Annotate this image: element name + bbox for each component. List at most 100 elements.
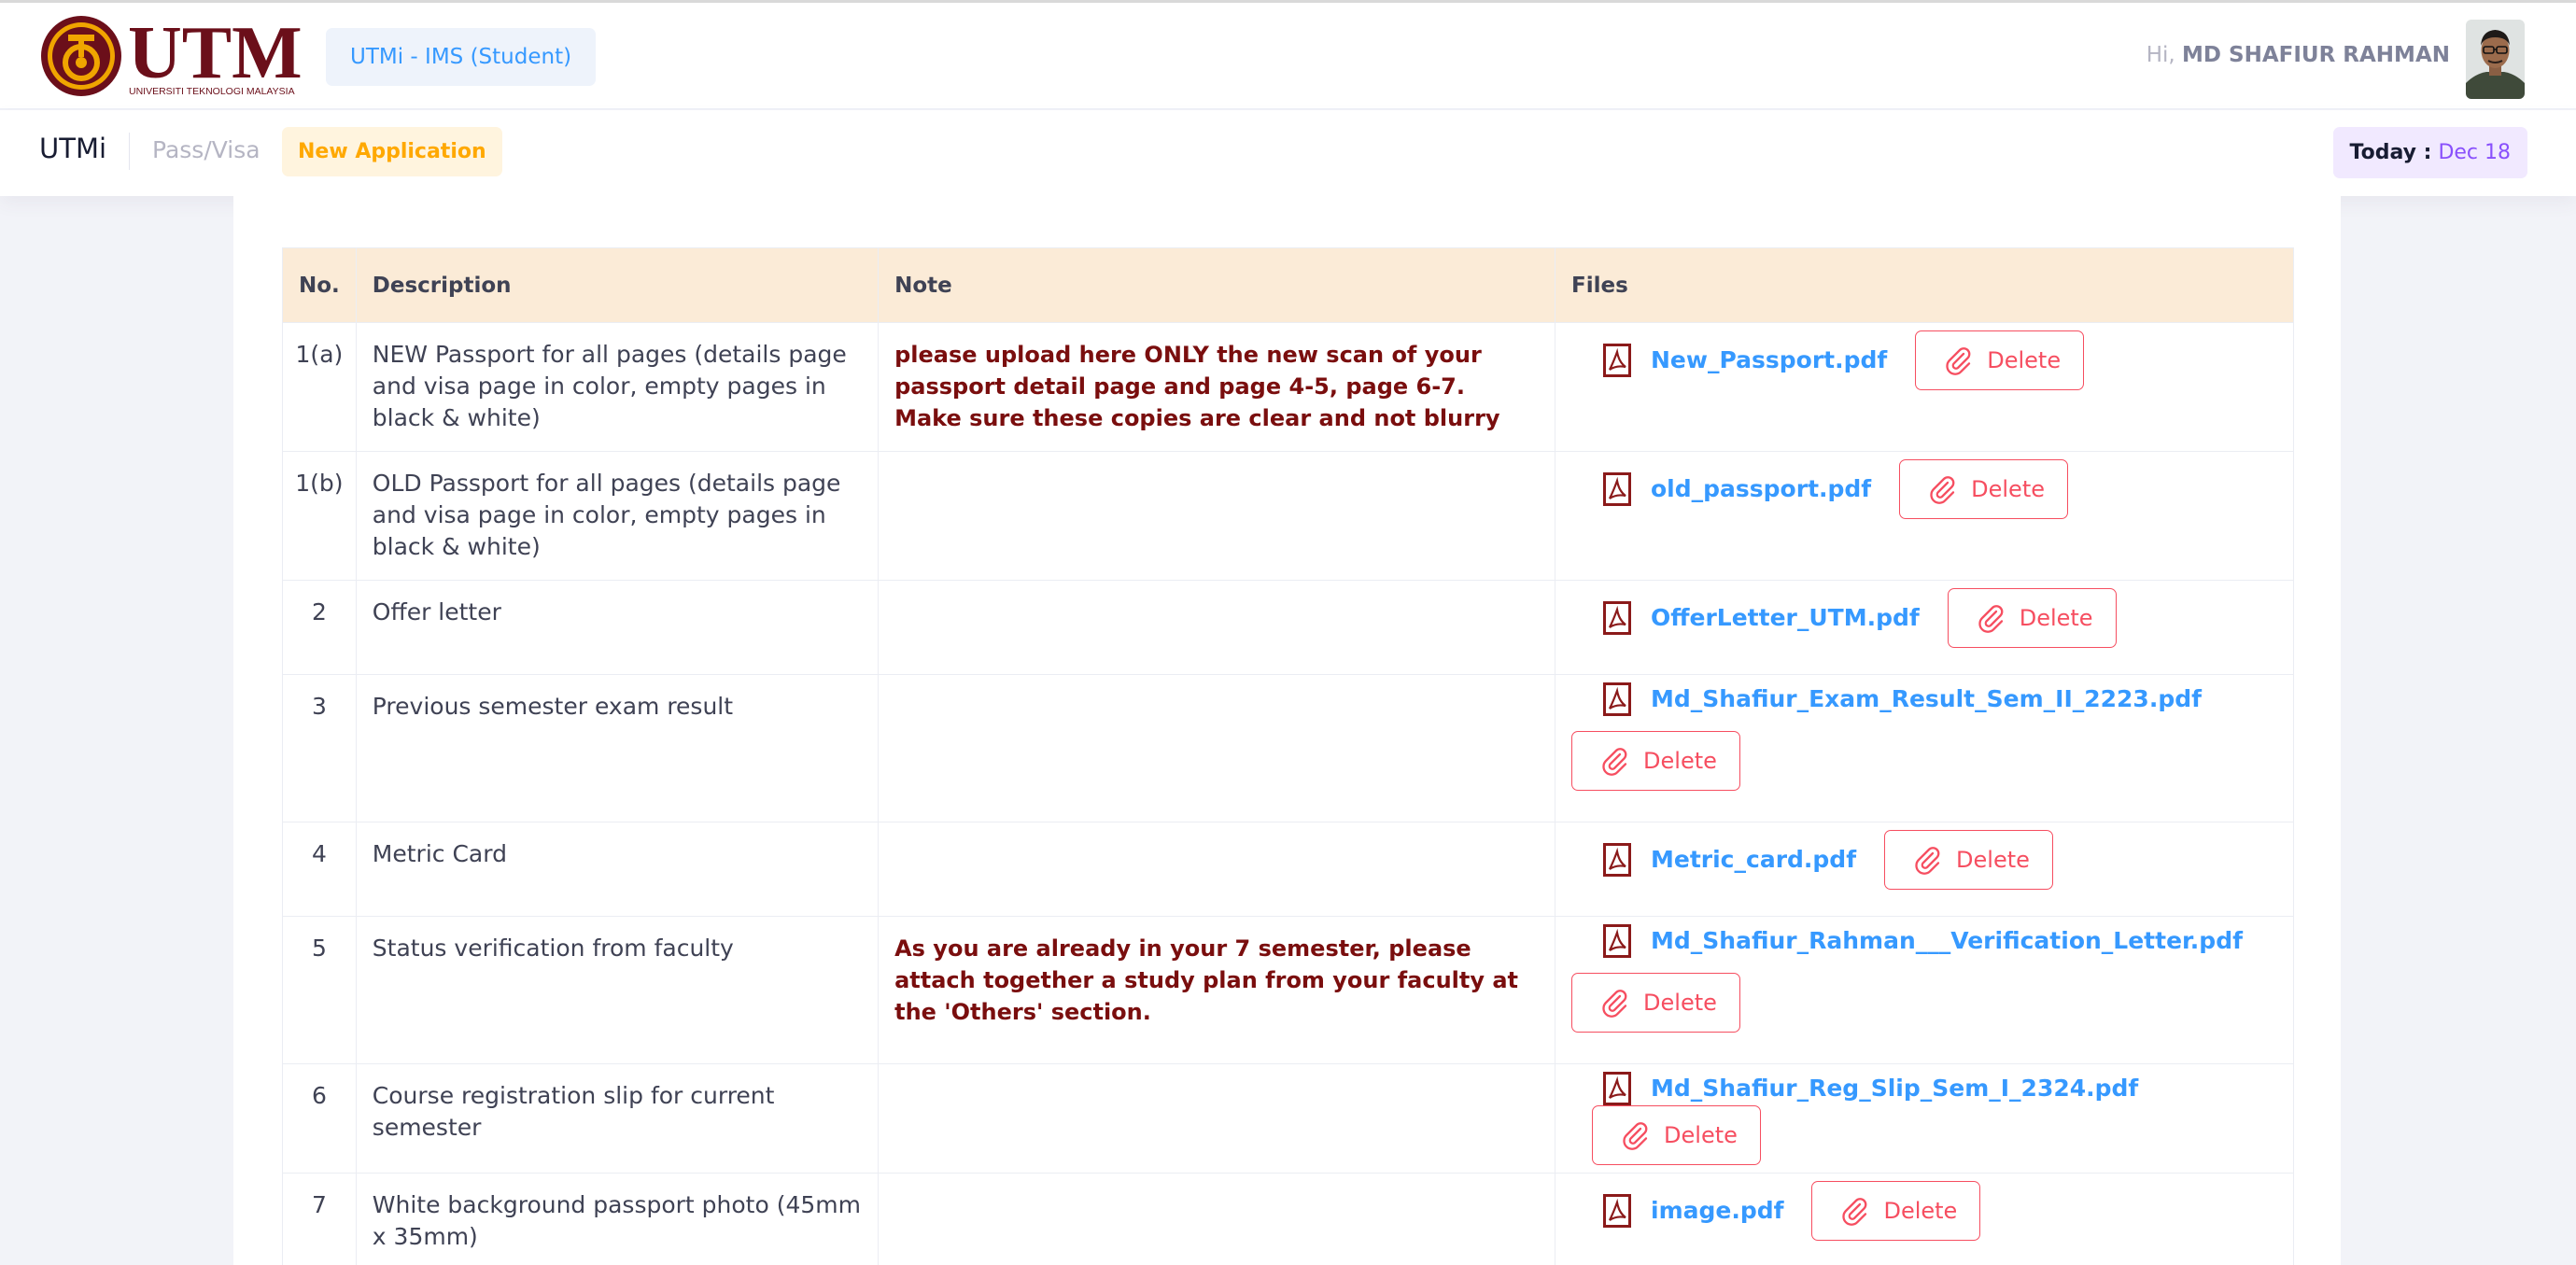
svg-text:UTM: UTM: [128, 14, 301, 94]
pdf-file-icon: [1603, 682, 1632, 716]
file-link[interactable]: Md_Shafiur_Exam_Result_Sem_II_2223.pdf: [1603, 682, 2277, 716]
today-value: Dec 18: [2438, 141, 2511, 164]
paperclip-icon: [1602, 990, 1627, 1018]
paperclip-icon: [1842, 1198, 1867, 1226]
brand-title[interactable]: UTMi: [39, 133, 106, 164]
delete-label: Delete: [1664, 1122, 1738, 1148]
file-name: OfferLetter_UTM.pdf: [1651, 604, 1920, 631]
file-link[interactable]: OfferLetter_UTM.pdf: [1603, 601, 1920, 635]
column-header-description: Description: [355, 247, 880, 323]
row-number: 6: [282, 1063, 357, 1174]
pdf-file-icon: [1603, 344, 1632, 377]
file-link[interactable]: old_passport.pdf: [1603, 472, 1871, 506]
table-row: 3 Previous semester exam result Md_Shafi…: [282, 674, 2294, 822]
row-note: please upload here ONLY the new scan of …: [878, 322, 1556, 452]
pdf-file-icon: [1603, 601, 1632, 635]
today-label: Today :: [2349, 141, 2432, 164]
column-header-note: Note: [878, 247, 1556, 323]
file-link[interactable]: Md_Shafiur_Rahman___Verification_Letter.…: [1603, 924, 2277, 958]
row-number: 5: [282, 916, 357, 1064]
user-name: MD SHAFIUR RAHMAN: [2182, 43, 2450, 67]
table-row: 6 Course registration slip for current s…: [282, 1063, 2294, 1174]
documents-card: No. Description Note Files 1(a) NEW Pass…: [233, 196, 2341, 1265]
delete-label: Delete: [1971, 476, 2045, 502]
row-files: old_passport.pdf Delete: [1555, 451, 2294, 581]
row-description: NEW Passport for all pages (details page…: [355, 322, 880, 452]
file-name: Metric_card.pdf: [1651, 846, 1857, 873]
delete-button[interactable]: Delete: [1884, 830, 2053, 890]
file-link[interactable]: Metric_card.pdf: [1603, 843, 1856, 877]
paperclip-icon: [1602, 748, 1627, 776]
row-description: Status verification from faculty: [355, 916, 880, 1064]
file-link[interactable]: New_Passport.pdf: [1603, 344, 1887, 377]
row-number: 3: [282, 674, 357, 822]
row-description: OLD Passport for all pages (details page…: [355, 451, 880, 581]
file-name: Md_Shafiur_Reg_Slip_Sem_I_2324.pdf: [1651, 1075, 2139, 1102]
file-link[interactable]: image.pdf: [1603, 1194, 1784, 1228]
app-name-badge[interactable]: UTMi - IMS (Student): [326, 28, 597, 86]
avatar[interactable]: [2466, 20, 2525, 99]
paperclip-icon: [1915, 847, 1940, 875]
row-files: Md_Shafiur_Exam_Result_Sem_II_2223.pdf D…: [1555, 674, 2294, 822]
subheader: UTMi Pass/Visa New Application Today : D…: [0, 110, 2576, 196]
documents-table: No. Description Note Files 1(a) NEW Pass…: [282, 247, 2294, 1265]
row-description: Metric Card: [355, 822, 880, 917]
breadcrumb-pass-visa[interactable]: Pass/Visa: [152, 136, 260, 163]
paperclip-icon: [1623, 1122, 1648, 1150]
column-header-no: No.: [282, 247, 357, 323]
table-row: 1(b) OLD Passport for all pages (details…: [282, 451, 2294, 581]
row-description: Course registration slip for current sem…: [355, 1063, 880, 1174]
delete-label: Delete: [1987, 347, 2062, 373]
row-files: OfferLetter_UTM.pdf Delete: [1555, 580, 2294, 675]
row-note: [878, 1063, 1556, 1174]
row-files: New_Passport.pdf Delete: [1555, 322, 2294, 452]
row-note: [878, 580, 1556, 675]
column-header-files: Files: [1555, 247, 2294, 323]
divider: [129, 133, 130, 170]
delete-button[interactable]: Delete: [1915, 330, 2085, 390]
utm-logo[interactable]: UTM UNIVERSITI TEKNOLOGI MALAYSIA: [39, 12, 303, 98]
table-row: 4 Metric Card Metric_card.pdf Delete: [282, 822, 2294, 917]
row-number: 1(b): [282, 451, 357, 581]
row-number: 1(a): [282, 322, 357, 452]
file-link[interactable]: Md_Shafiur_Reg_Slip_Sem_I_2324.pdf: [1603, 1072, 2138, 1105]
paperclip-icon: [1930, 476, 1955, 504]
row-description: White background passport photo (45mm x …: [355, 1173, 880, 1265]
today-date-badge: Today : Dec 18: [2332, 127, 2527, 178]
top-header: UTM UNIVERSITI TEKNOLOGI MALAYSIA UTMi -…: [0, 0, 2576, 109]
row-description: Previous semester exam result: [355, 674, 880, 822]
delete-button[interactable]: Delete: [1592, 1105, 1761, 1165]
delete-button[interactable]: Delete: [1811, 1181, 1981, 1241]
delete-button[interactable]: Delete: [1947, 588, 2117, 648]
row-note: As you are already in your 7 semester, p…: [878, 916, 1556, 1064]
delete-label: Delete: [1643, 748, 1717, 774]
row-files: Metric_card.pdf Delete: [1555, 822, 2294, 917]
table-row: 2 Offer letter OfferLetter_UTM.pdf Delet…: [282, 580, 2294, 675]
row-note: [878, 674, 1556, 822]
pdf-file-icon: [1603, 472, 1632, 506]
pdf-file-icon: [1603, 1072, 1632, 1105]
delete-button[interactable]: Delete: [1571, 731, 1740, 791]
pdf-file-icon: [1603, 924, 1632, 958]
delete-label: Delete: [1956, 847, 2030, 873]
table-row: 7 White background passport photo (45mm …: [282, 1173, 2294, 1265]
row-files: Md_Shafiur_Rahman___Verification_Letter.…: [1555, 916, 2294, 1064]
pdf-file-icon: [1603, 1194, 1632, 1228]
delete-button[interactable]: Delete: [1571, 973, 1740, 1033]
file-name: Md_Shafiur_Exam_Result_Sem_II_2223.pdf: [1651, 685, 2202, 712]
delete-label: Delete: [1883, 1198, 1958, 1224]
file-name: New_Passport.pdf: [1651, 346, 1888, 373]
row-number: 2: [282, 580, 357, 675]
pdf-file-icon: [1603, 843, 1632, 877]
new-application-badge[interactable]: New Application: [282, 127, 502, 176]
delete-button[interactable]: Delete: [1899, 459, 2068, 519]
row-files: image.pdf Delete: [1555, 1173, 2294, 1265]
delete-label: Delete: [2019, 605, 2093, 631]
row-note: [878, 1173, 1556, 1265]
paperclip-icon: [1978, 605, 2004, 633]
table-row: 5 Status verification from faculty As yo…: [282, 916, 2294, 1064]
user-greeting[interactable]: Hi, MD SHAFIUR RAHMAN: [2147, 43, 2450, 67]
row-note: [878, 451, 1556, 581]
file-name: Md_Shafiur_Rahman___Verification_Letter.…: [1651, 927, 2243, 954]
file-name: image.pdf: [1651, 1197, 1784, 1224]
